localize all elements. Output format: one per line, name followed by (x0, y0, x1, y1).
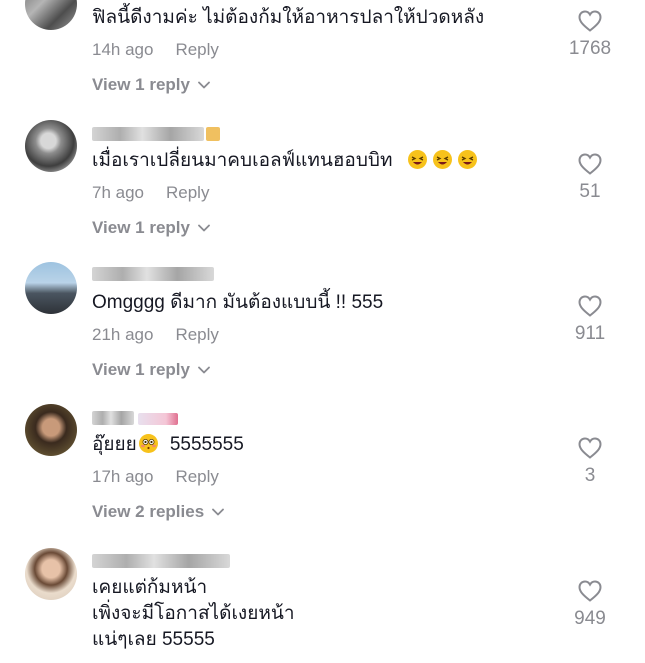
heart-icon (578, 437, 602, 459)
comment-text-body: เมื่อเราเปลี่ยนมาคบเอลฟ์แทนฮอบบิท (92, 150, 393, 171)
laughing-face-icon (457, 150, 477, 169)
chevron-down-icon (198, 81, 210, 89)
comment-text: ฟิลนี้ดีงามค่ะ ไม่ต้องก้มให้อาหารปลาให้ป… (92, 7, 485, 28)
comment-text-line: เคยแต่ก้มหน้า (92, 577, 208, 598)
view-replies-label: View 1 reply (92, 75, 190, 94)
heart-icon (578, 10, 602, 32)
like-count: 1768 (568, 38, 612, 59)
flushed-face-icon (138, 434, 158, 453)
comment-meta: 17h ago Reply (92, 467, 219, 487)
view-replies-button[interactable]: View 1 reply (92, 218, 210, 238)
comment-timestamp: 14h ago (92, 40, 154, 59)
laughing-face-icon (432, 150, 452, 169)
view-replies-button[interactable]: View 1 reply (92, 360, 210, 380)
like-count: 51 (579, 181, 601, 202)
like-button[interactable]: 51 (560, 153, 620, 203)
like-button[interactable]: 3 (560, 437, 620, 487)
chevron-down-icon (198, 224, 210, 232)
like-count: 911 (574, 323, 606, 344)
like-count: 949 (574, 608, 606, 629)
comment-text-line: แน่ๆเลย 55555 (92, 629, 215, 650)
username-blurred[interactable] (92, 127, 204, 141)
reply-button[interactable]: Reply (175, 40, 218, 60)
comment-meta: 21h ago Reply (92, 325, 219, 345)
comment-meta: 14h ago Reply (92, 40, 219, 60)
badge-icon (138, 413, 178, 425)
comment-text: เมื่อเราเปลี่ยนมาคบเอลฟ์แทนฮอบบิท (92, 148, 477, 174)
username-blurred[interactable] (92, 267, 214, 281)
view-replies-label: View 1 reply (92, 218, 190, 237)
comment-text-line: เพิ่งจะมีโอกาสได้เงยหน้า (92, 603, 295, 624)
comment-text: Omgggg ดีมาก มันต้องแบบนี้ !! 555 (92, 292, 384, 313)
chevron-down-icon (198, 366, 210, 374)
avatar[interactable] (25, 262, 77, 314)
view-replies-button[interactable]: View 2 replies (92, 502, 225, 522)
avatar[interactable] (25, 404, 77, 456)
avatar[interactable] (25, 0, 77, 30)
username-blurred[interactable] (92, 554, 230, 568)
like-button[interactable]: 1768 (560, 10, 620, 60)
view-replies-button[interactable]: View 1 reply (92, 75, 210, 95)
comment-meta: 7h ago Reply (92, 183, 209, 203)
comment-text-after: 5555555 (169, 434, 244, 455)
heart-icon (578, 580, 602, 602)
heart-icon (578, 295, 602, 317)
reply-button[interactable]: Reply (166, 183, 209, 203)
reply-button[interactable]: Reply (175, 467, 218, 487)
like-button[interactable]: 911 (560, 295, 620, 345)
avatar[interactable] (25, 548, 77, 600)
reply-button[interactable]: Reply (175, 325, 218, 345)
like-count: 3 (584, 465, 596, 486)
like-button[interactable]: 949 (560, 580, 620, 630)
badge-icon (206, 127, 220, 141)
comment-timestamp: 17h ago (92, 467, 154, 486)
comment-text-before: อุ๊ยยย (92, 434, 137, 455)
avatar[interactable] (25, 120, 77, 172)
comment-text: อุ๊ยยย 5555555 (92, 432, 244, 458)
comment-timestamp: 21h ago (92, 325, 154, 344)
heart-icon (578, 153, 602, 175)
view-replies-label: View 1 reply (92, 360, 190, 379)
chevron-down-icon (212, 508, 225, 516)
username-blurred[interactable] (92, 411, 134, 425)
laughing-face-icon (407, 150, 427, 169)
view-replies-label: View 2 replies (92, 502, 205, 521)
comment-timestamp: 7h ago (92, 183, 144, 202)
